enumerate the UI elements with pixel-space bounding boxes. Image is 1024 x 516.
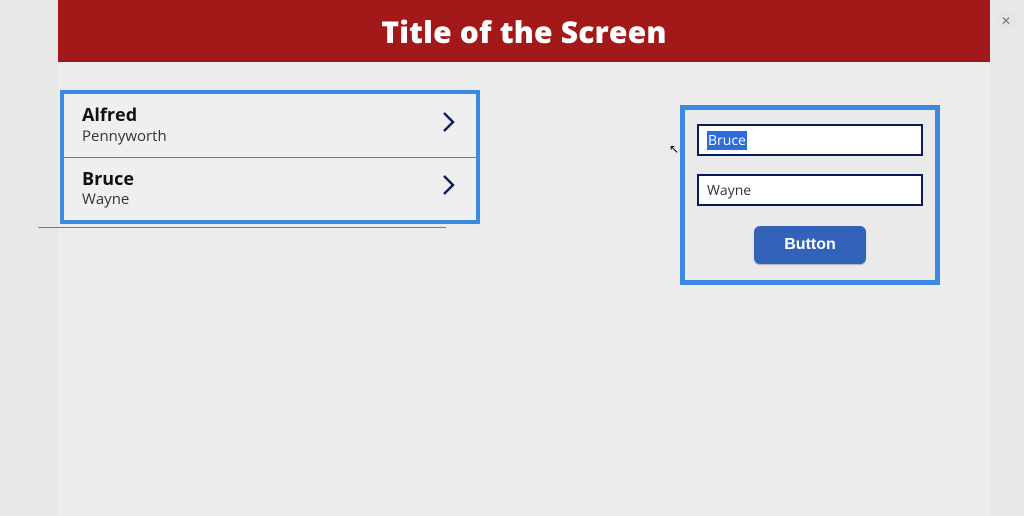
content-area: Alfred Pennyworth Bruce Wayne Bru xyxy=(58,62,990,92)
input-value: Wayne xyxy=(707,181,751,200)
person-list: Alfred Pennyworth Bruce Wayne xyxy=(60,90,480,224)
close-icon[interactable]: ✕ xyxy=(996,10,1016,30)
list-item-first: Alfred xyxy=(82,104,167,127)
cursor-icon: ↖ xyxy=(669,140,679,157)
page-title: Title of the Screen xyxy=(381,11,666,52)
chevron-right-icon xyxy=(440,172,458,203)
input-value-selected: Bruce xyxy=(707,131,747,150)
header-bar: Title of the Screen xyxy=(58,0,990,62)
list-item[interactable]: Bruce Wayne xyxy=(64,158,476,221)
first-name-input[interactable]: Bruce xyxy=(697,124,923,156)
list-item-last: Pennyworth xyxy=(82,127,167,145)
app-window: Title of the Screen Alfred Pennyworth Br… xyxy=(58,0,990,516)
edit-form: Bruce Wayne Button xyxy=(680,105,940,285)
list-item-last: Wayne xyxy=(82,190,134,208)
list-item-first: Bruce xyxy=(82,168,134,191)
list-item[interactable]: Alfred Pennyworth xyxy=(64,94,476,158)
submit-button[interactable]: Button xyxy=(754,226,866,264)
last-name-input[interactable]: Wayne xyxy=(697,174,923,206)
divider xyxy=(38,227,446,228)
chevron-right-icon xyxy=(440,109,458,140)
